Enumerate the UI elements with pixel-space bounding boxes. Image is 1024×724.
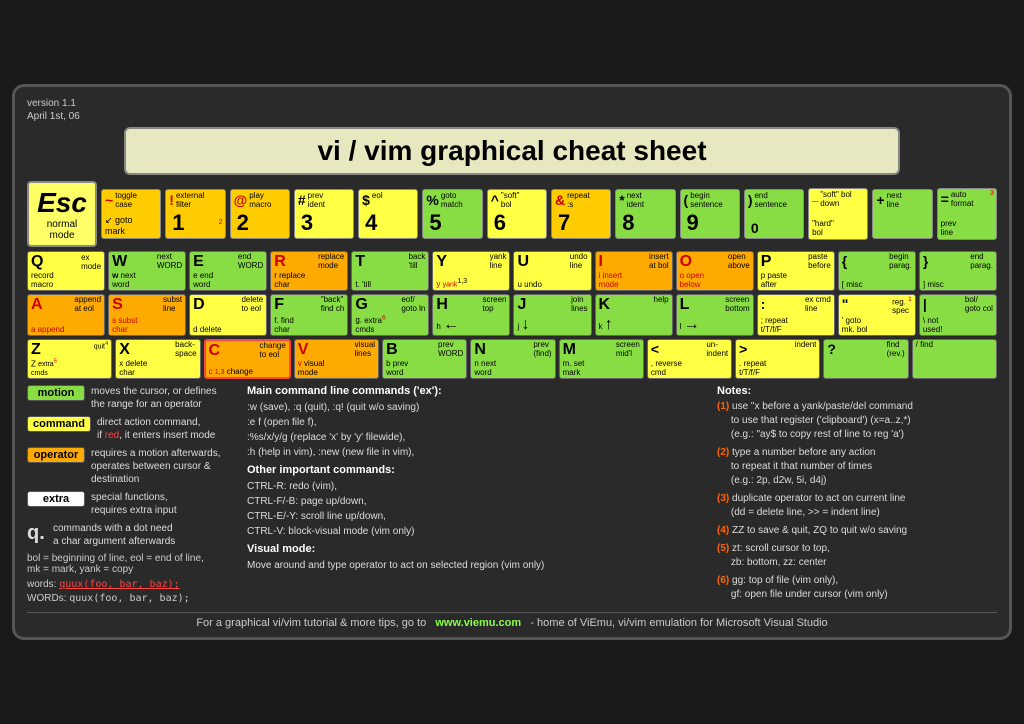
esc-key: Esc normalmode bbox=[27, 181, 97, 247]
extra-legend: extra special functions, requires extra … bbox=[27, 491, 237, 517]
H-key: H screentop h ← bbox=[432, 294, 510, 336]
lt-key: < un-indent , reversecmd bbox=[647, 339, 732, 379]
rparen-key: )endsentence 0 bbox=[744, 189, 804, 239]
cheat-sheet-container: version 1.1 April 1st, 06 vi / vim graph… bbox=[12, 84, 1012, 641]
Y-key: Y yankline y yank1,3 bbox=[432, 251, 510, 291]
caret-key: ^"soft"bol 6 bbox=[487, 189, 547, 239]
J-key: J joinlines j ↓ bbox=[513, 294, 591, 336]
top-key-row: Esc normalmode ~togglecase ↙ gotomark !e… bbox=[27, 181, 997, 247]
K-key: K help k ↑ bbox=[595, 294, 673, 336]
main-commands-text: :w (save), :q (quit), :q! (quit w/o savi… bbox=[247, 400, 707, 460]
operator-legend: operator requires a motion afterwards, o… bbox=[27, 447, 237, 486]
other-commands-text: CTRL-R: redo (vim), CTRL-F/-B: page up/d… bbox=[247, 479, 707, 539]
qdot-legend: q. commands with a dot need a char argum… bbox=[27, 522, 237, 548]
G-key: G eof/goto ln g. extra6cmds bbox=[351, 294, 429, 336]
hash-key: #prevident 3 bbox=[294, 189, 354, 239]
I-key: I insertat bol i insertmode bbox=[595, 251, 673, 291]
quote-key: " reg. 1spec ' gotomk. bol bbox=[838, 294, 916, 336]
title-box: vi / vim graphical cheat sheet bbox=[124, 127, 900, 175]
note-6: (6) gg: top of file (vim only), gf: open… bbox=[717, 574, 997, 602]
dollar-key: $eol 4 bbox=[358, 189, 418, 239]
colon-key: : ex cmdline ; repeatt/T/f/F bbox=[757, 294, 835, 336]
words-line1: words: quux(foo, bar, baz); bbox=[27, 579, 237, 590]
P-key: P pastebefore p pasteafter bbox=[757, 251, 835, 291]
exclaim-key: !externalfilter 2 1 bbox=[165, 189, 225, 239]
N-key: N prev(find) n nextword bbox=[470, 339, 555, 379]
W-key: W nextWORD w nextword bbox=[108, 251, 186, 291]
star-key: *nextident 8 bbox=[615, 189, 675, 239]
plus-key: +nextline bbox=[872, 189, 932, 239]
visual-mode-title: Visual mode: bbox=[247, 543, 707, 555]
command-legend: command direct action command,if red, it… bbox=[27, 416, 237, 442]
S-key: S substline s substchar bbox=[108, 294, 186, 336]
tilde-key: ~togglecase ↙ gotomark bbox=[101, 189, 161, 239]
motion-legend: motion moves the cursor, or defines the … bbox=[27, 385, 237, 411]
note-1: (1) use "x before a yank/paste/del comma… bbox=[717, 400, 997, 442]
visual-mode-text: Move around and type operator to act on … bbox=[247, 558, 707, 573]
C-key: C changeto eol c 1,3 change bbox=[204, 339, 291, 379]
viemu-link[interactable]: www.viemu.com bbox=[435, 617, 521, 629]
bol-note: bol = beginning of line, eol = end of li… bbox=[27, 553, 237, 575]
qwerty-row: Q exmode recordmacro W nextWORD w nextwo… bbox=[27, 251, 997, 291]
Z-key: Z quit4 Z extra5cmds bbox=[27, 339, 112, 379]
D-key: D deleteto eol d delete bbox=[189, 294, 267, 336]
main-commands-title: Main command line commands ('ex'): bbox=[247, 385, 707, 397]
note-4: (4) ZZ to save & quit, ZQ to quit w/o sa… bbox=[717, 524, 997, 538]
notes-column: Notes: (1) use "x before a yank/paste/de… bbox=[717, 385, 997, 606]
main-commands-column: Main command line commands ('ex'): :w (s… bbox=[247, 385, 707, 606]
pipe-key: | bol/goto col \ notused! bbox=[919, 294, 997, 336]
note-3: (3) duplicate operator to act on current… bbox=[717, 492, 997, 520]
lparen-key: (beginsentence 9 bbox=[680, 189, 740, 239]
percent-key: %gotomatch 5 bbox=[422, 189, 482, 239]
gt-key: > indent . repeatt/T/f/F bbox=[735, 339, 820, 379]
underscore-key: _"soft" boldown "hard"bol bbox=[808, 188, 868, 240]
other-commands-title: Other important commands: bbox=[247, 464, 707, 476]
Q-key: Q exmode recordmacro bbox=[27, 251, 105, 291]
footer: For a graphical vi/vim tutorial & more t… bbox=[27, 612, 997, 629]
question-key: ? find(rev.) bbox=[823, 339, 908, 379]
legend-column: motion moves the cursor, or defines the … bbox=[27, 385, 237, 606]
lbrace-key: { beginparag. [ misc bbox=[838, 251, 916, 291]
U-key: U undoline u undo bbox=[513, 251, 591, 291]
zxcv-row: Z quit4 Z extra5cmds X back-space x dele… bbox=[27, 339, 997, 379]
E-key: E endWORD e endword bbox=[189, 251, 267, 291]
amp-key: &repeat:s 7 bbox=[551, 189, 611, 239]
at-key: @playmacro 2 bbox=[230, 189, 290, 239]
version-info: version 1.1 April 1st, 06 bbox=[27, 97, 997, 123]
T-key: T back'till t. 'till bbox=[351, 251, 429, 291]
F-key: F "back"find ch f. findchar bbox=[270, 294, 348, 336]
M-key: M screenmid'l m. setmark bbox=[559, 339, 644, 379]
slash-key: / find bbox=[912, 339, 997, 379]
A-key: A appendat eol a append bbox=[27, 294, 105, 336]
equals-key: =autoformat 3 prevline bbox=[937, 188, 997, 240]
words-line2: WORDs: quux(foo, bar, baz); bbox=[27, 593, 237, 604]
asdf-row: A appendat eol a append S substline s su… bbox=[27, 294, 997, 336]
B-key: B prevWORD b prevword bbox=[382, 339, 467, 379]
note-2: (2) type a number before any action to r… bbox=[717, 446, 997, 488]
X-key: X back-space x deletechar bbox=[115, 339, 200, 379]
O-key: O openabove o openbelow bbox=[676, 251, 754, 291]
note-5: (5) zt: scroll cursor to top, zb: bottom… bbox=[717, 542, 997, 570]
rbrace-key: } endparag. ] misc bbox=[919, 251, 997, 291]
notes-title: Notes: bbox=[717, 385, 997, 397]
L-key: L screenbottom l → bbox=[676, 294, 754, 336]
V-key: V visuallines v visualmode bbox=[294, 339, 379, 379]
R-key: R replacemode r replacechar bbox=[270, 251, 348, 291]
page-title: vi / vim graphical cheat sheet bbox=[126, 135, 898, 167]
bottom-section: motion moves the cursor, or defines the … bbox=[27, 385, 997, 606]
